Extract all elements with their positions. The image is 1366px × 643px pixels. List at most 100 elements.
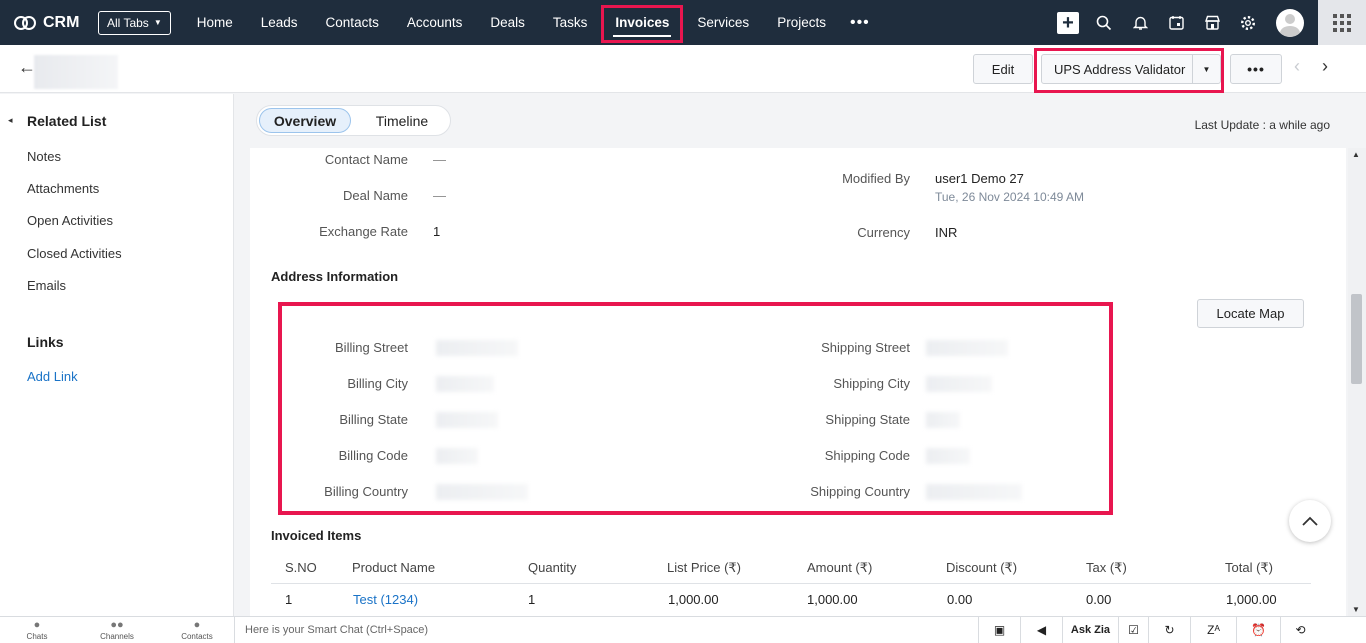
redacted-value — [926, 376, 992, 392]
links-title: Links — [27, 334, 64, 350]
more-tabs-button[interactable]: ••• — [840, 14, 880, 32]
scroll-to-top-button[interactable] — [1289, 500, 1331, 542]
main-content: Overview Timeline Last Update : a while … — [234, 94, 1366, 616]
tab-projects[interactable]: Projects — [763, 0, 840, 45]
more-actions-button[interactable]: ••• — [1230, 54, 1282, 84]
edit-button[interactable]: Edit — [973, 54, 1033, 84]
signals-button[interactable]: ☑ — [1118, 617, 1148, 643]
tab-contacts[interactable]: Contacts — [312, 0, 393, 45]
apps-grid-icon[interactable] — [1318, 0, 1366, 45]
channels-button[interactable]: ●● Channels — [87, 619, 147, 641]
sidebar-item-closed-activities[interactable]: Closed Activities — [27, 246, 122, 261]
field-label: Shipping State — [825, 412, 910, 427]
column-header: List Price (₹) — [667, 560, 742, 575]
table-row: 1 Test (1234) 1 1,000.00 1,000.00 0.00 0… — [271, 585, 1311, 615]
record-name-redacted — [34, 55, 118, 89]
redacted-value — [436, 484, 528, 500]
reminders-button[interactable]: ⏰ — [1236, 617, 1280, 643]
translate-button[interactable]: Zᴬ — [1190, 617, 1236, 643]
contacts-button[interactable]: ● Contacts — [167, 619, 227, 641]
chevron-up-icon — [1302, 516, 1318, 526]
chevron-right-icon[interactable]: › — [1322, 56, 1328, 77]
scrollbar-thumb[interactable] — [1351, 294, 1362, 384]
translate-icon: Zᴬ — [1207, 623, 1220, 637]
table-cell: 0.00 — [947, 592, 973, 607]
record-details-card: Contact Name — Deal Name — Exchange Rate… — [250, 148, 1346, 616]
highlight-box — [601, 5, 684, 43]
alarm-clock-icon: ⏰ — [1251, 623, 1266, 637]
field-label: Currency — [857, 225, 910, 240]
recent-items-button[interactable]: ⟲ — [1280, 617, 1320, 643]
tab-overview[interactable]: Overview — [259, 108, 351, 133]
all-tabs-dropdown[interactable]: All Tabs ▼ — [98, 10, 171, 35]
marketplace-button[interactable] — [1194, 0, 1230, 45]
vertical-scrollbar[interactable]: ▲ ▼ — [1348, 148, 1366, 616]
feed-icon: ↻ — [1164, 623, 1175, 637]
redacted-value — [926, 484, 1022, 500]
tab-deals[interactable]: Deals — [476, 0, 539, 45]
notifications-button[interactable] — [1122, 0, 1158, 45]
scroll-down-icon[interactable]: ▼ — [1352, 605, 1360, 614]
screen-icon: ▣ — [993, 623, 1006, 637]
sidebar-item-emails[interactable]: Emails — [27, 278, 66, 293]
contacts-label: Contacts — [181, 632, 213, 641]
sidebar-item-attachments[interactable]: Attachments — [27, 181, 99, 196]
scroll-up-icon[interactable]: ▲ — [1352, 150, 1360, 159]
column-header: Discount (₹) — [946, 560, 1018, 575]
redacted-value — [926, 340, 1008, 356]
view-toggle: Overview Timeline — [256, 105, 451, 136]
chats-button[interactable]: ● Chats — [7, 619, 67, 641]
tab-tasks[interactable]: Tasks — [539, 0, 602, 45]
field-label: Billing City — [347, 376, 408, 391]
redacted-value — [436, 340, 518, 356]
field-label: Shipping Street — [821, 340, 910, 355]
add-link[interactable]: Add Link — [27, 369, 78, 384]
channels-icon: ●● — [110, 619, 124, 631]
calendar-icon — [1168, 16, 1184, 30]
field-label: Shipping City — [833, 376, 910, 391]
sidebar-item-notes[interactable]: Notes — [27, 149, 61, 164]
crm-logo-icon — [14, 15, 36, 30]
tab-services[interactable]: Services — [683, 0, 763, 45]
redacted-value — [926, 448, 970, 464]
field-label: Shipping Code — [824, 448, 910, 463]
announcement-button[interactable]: ◀ — [1020, 617, 1062, 643]
ask-zia-button[interactable]: Ask Zia — [1062, 617, 1118, 643]
field-label: Exchange Rate — [319, 224, 408, 239]
modified-by-user: user1 Demo 27 — [935, 171, 1024, 186]
field-value: 1 — [433, 224, 441, 239]
tab-leads[interactable]: Leads — [247, 0, 312, 45]
tab-timeline[interactable]: Timeline — [357, 108, 447, 133]
redacted-value — [436, 412, 498, 428]
search-button[interactable] — [1086, 0, 1122, 45]
field-label: Billing Country — [324, 484, 408, 499]
create-button[interactable]: + — [1050, 0, 1086, 45]
table-cell: 1,000.00 — [668, 592, 719, 607]
settings-button[interactable] — [1230, 0, 1266, 45]
table-cell: 1,000.00 — [807, 592, 858, 607]
tab-home[interactable]: Home — [183, 0, 247, 45]
sidebar-item-open-activities[interactable]: Open Activities — [27, 213, 113, 228]
locate-map-button[interactable]: Locate Map — [1197, 299, 1304, 328]
caret-down-icon[interactable]: ▼ — [1192, 55, 1220, 83]
plus-icon: + — [1057, 11, 1079, 34]
collapse-sidebar-icon[interactable]: ◂ — [8, 115, 13, 126]
tab-invoices[interactable]: Invoices — [601, 0, 684, 45]
feeds-button[interactable]: ↻ — [1148, 617, 1190, 643]
bottom-tools: ▣ ◀ Ask Zia ☑ ↻ Zᴬ ⏰ ⟲ — [978, 617, 1320, 643]
chevron-left-icon[interactable]: ‹ — [1294, 56, 1300, 77]
table-cell: 1,000.00 — [1226, 592, 1277, 607]
chats-label: Chats — [26, 632, 48, 641]
field-value: — — [433, 188, 446, 203]
calendar-button[interactable] — [1158, 0, 1194, 45]
crm-logo[interactable]: CRM — [14, 14, 94, 32]
ups-address-validator-button[interactable]: UPS Address Validator ▼ — [1041, 54, 1221, 84]
screen-share-button[interactable]: ▣ — [978, 617, 1020, 643]
smart-chat-input[interactable]: Here is your Smart Chat (Ctrl+Space) — [234, 617, 978, 643]
redacted-value — [436, 376, 494, 392]
bell-icon — [1132, 16, 1148, 30]
avatar[interactable] — [1276, 8, 1304, 37]
product-link[interactable]: Test (1234) — [353, 592, 418, 607]
tab-accounts[interactable]: Accounts — [393, 0, 477, 45]
field-value: INR — [935, 225, 958, 240]
